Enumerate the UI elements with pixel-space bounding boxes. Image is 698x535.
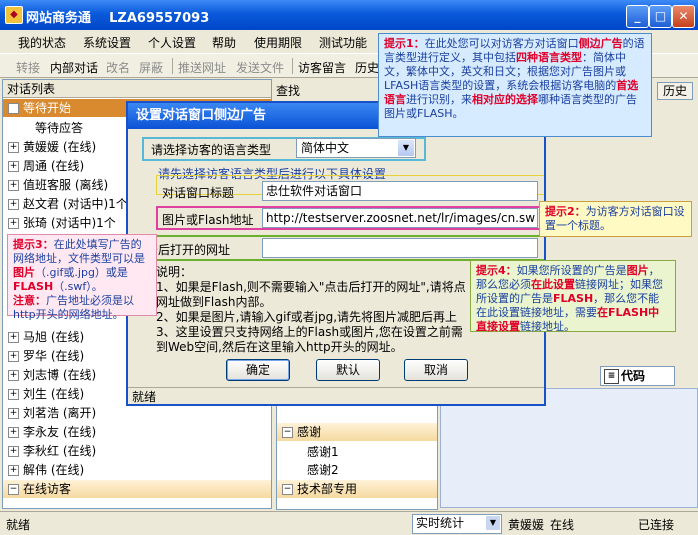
expand-icon[interactable]: + [8, 218, 19, 229]
language-select[interactable]: 简体中文 ▼ [296, 138, 416, 158]
collapse-icon[interactable]: − [8, 484, 19, 495]
tree-item[interactable]: 感谢2 [277, 461, 467, 479]
menu-personal-settings[interactable]: 个人设置 [148, 34, 196, 51]
rename-button[interactable]: 改名 [106, 59, 130, 76]
status-user: 黄媛媛 [508, 518, 545, 532]
expand-icon[interactable]: + [8, 408, 19, 419]
search-label[interactable]: 查找 [276, 82, 300, 99]
expand-icon[interactable]: + [8, 389, 19, 400]
tree-group-tech[interactable]: − 技术部专用 [277, 480, 437, 498]
notes-line: 到Web空间,然后在这里输入http开头的网址。 [156, 340, 403, 354]
history-toolbar-button[interactable]: 历史 [355, 59, 379, 76]
toolbar-separator [172, 58, 173, 74]
code-icon: ≡ [604, 369, 619, 384]
connection-status: 已连接 [638, 518, 675, 532]
status-user-state: 在线 [550, 518, 575, 532]
expand-icon[interactable]: + [8, 199, 19, 210]
tree-item[interactable]: 感谢1 [277, 443, 467, 461]
menu-system-settings[interactable]: 系统设置 [83, 34, 131, 51]
app-title: 网站商务通 [26, 11, 92, 26]
visitor-messages-button[interactable]: 访客留言 [298, 59, 346, 76]
tip-window-title: 提示2：为访客方对话窗口设置一个标题。 [539, 201, 692, 237]
history-button[interactable]: 历史 [657, 82, 693, 100]
menu-usage-period[interactable]: 使用期限 [254, 34, 302, 51]
expand-icon[interactable]: + [8, 161, 19, 172]
side-ad-settings-dialog: 设置对话窗口侧边广告 请选择访客的语言类型 简体中文 ▼ 请先选择访客语言类型后进… [126, 101, 546, 406]
status-bar: 就绪 实时统计 ▼ 黄媛媛 在线 已连接 [0, 511, 698, 535]
menu-test-features[interactable]: 测试功能 [319, 34, 367, 51]
minimize-button[interactable]: _ [626, 5, 649, 28]
maximize-button[interactable]: □ [649, 5, 672, 28]
cancel-button[interactable]: 取消 [404, 359, 468, 381]
app-icon: ◆ [5, 6, 23, 24]
chevron-down-icon: ▼ [398, 140, 414, 156]
expand-icon[interactable]: + [8, 370, 19, 381]
ok-button[interactable]: 确定 [226, 359, 290, 381]
default-button[interactable]: 默认 [316, 359, 380, 381]
menu-my-status[interactable]: 我的状态 [18, 34, 66, 51]
tip-link-url: 提示4：如果您所设置的广告是图片，那么您必须在此设置链接网址；如果您所设置的广告… [470, 260, 676, 333]
collapse-icon[interactable]: − [282, 427, 293, 438]
internal-chat-button[interactable]: 内部对话 [50, 59, 98, 76]
expand-icon[interactable]: + [8, 465, 19, 476]
status-text: 就绪 [6, 518, 31, 532]
tip-ad-url: 提示3：在此处填写广告的网络地址，文件类型可以是图片（.gif或.jpg）或是F… [7, 234, 157, 321]
push-url-button[interactable]: 推送网址 [178, 59, 226, 76]
menu-help[interactable]: 帮助 [212, 34, 236, 51]
toolbar-separator [292, 58, 293, 74]
window-title-label: 对话窗口标题 [162, 186, 235, 200]
image-url-input[interactable]: http://testserver.zoosnet.net/lr/images/… [262, 208, 538, 228]
expand-icon[interactable]: + [8, 427, 19, 438]
close-button[interactable]: ✕ [672, 5, 695, 28]
quick-reply-tree: − 感谢 感谢1 感谢2 − 技术部专用 [276, 402, 438, 510]
click-url-input[interactable] [262, 238, 538, 258]
list-item[interactable]: + 解伟 (在线) [3, 461, 271, 479]
account-id: LZA69557093 [109, 11, 210, 26]
language-label: 请选择访客的语言类型 [151, 143, 272, 157]
image-url-label: 图片或Flash地址 [162, 213, 254, 227]
tree-group-thanks[interactable]: − 感谢 [277, 423, 437, 441]
conversation-list-header: 对话列表 [3, 80, 271, 98]
expand-icon[interactable]: + [8, 180, 19, 191]
chat-input-area[interactable] [440, 388, 698, 508]
code-button[interactable]: ≡ 代码 [600, 366, 675, 386]
expand-icon[interactable]: + [8, 332, 19, 343]
block-button[interactable]: 屏蔽 [139, 59, 163, 76]
transfer-button[interactable]: 转接 [16, 59, 40, 76]
collapse-icon[interactable]: − [282, 484, 293, 495]
dialog-status: 就绪 [128, 387, 544, 406]
tip-language-types: 提示1：在此处您可以对访客方对话窗口侧边广告的语言类型进行定义，其中包括四种语言… [378, 33, 652, 137]
list-item[interactable]: + 李秋红 (在线) [3, 442, 271, 460]
window-title-input[interactable]: 忠仕软件对话窗口 [262, 181, 538, 201]
chevron-down-icon: ▼ [486, 516, 500, 530]
collapse-icon[interactable]: − [8, 103, 19, 114]
title-bar: ◆ 网站商务通 LZA69557093 _ □ ✕ [0, 0, 698, 30]
statistics-select[interactable]: 实时统计 ▼ [412, 514, 502, 534]
list-item[interactable]: + 李永友 (在线) [3, 423, 271, 441]
expand-icon[interactable]: + [8, 142, 19, 153]
send-file-button[interactable]: 发送文件 [236, 59, 284, 76]
expand-icon[interactable]: + [8, 446, 19, 457]
expand-icon[interactable]: + [8, 351, 19, 362]
group-online-visitors[interactable]: − 在线访客 [3, 480, 271, 498]
